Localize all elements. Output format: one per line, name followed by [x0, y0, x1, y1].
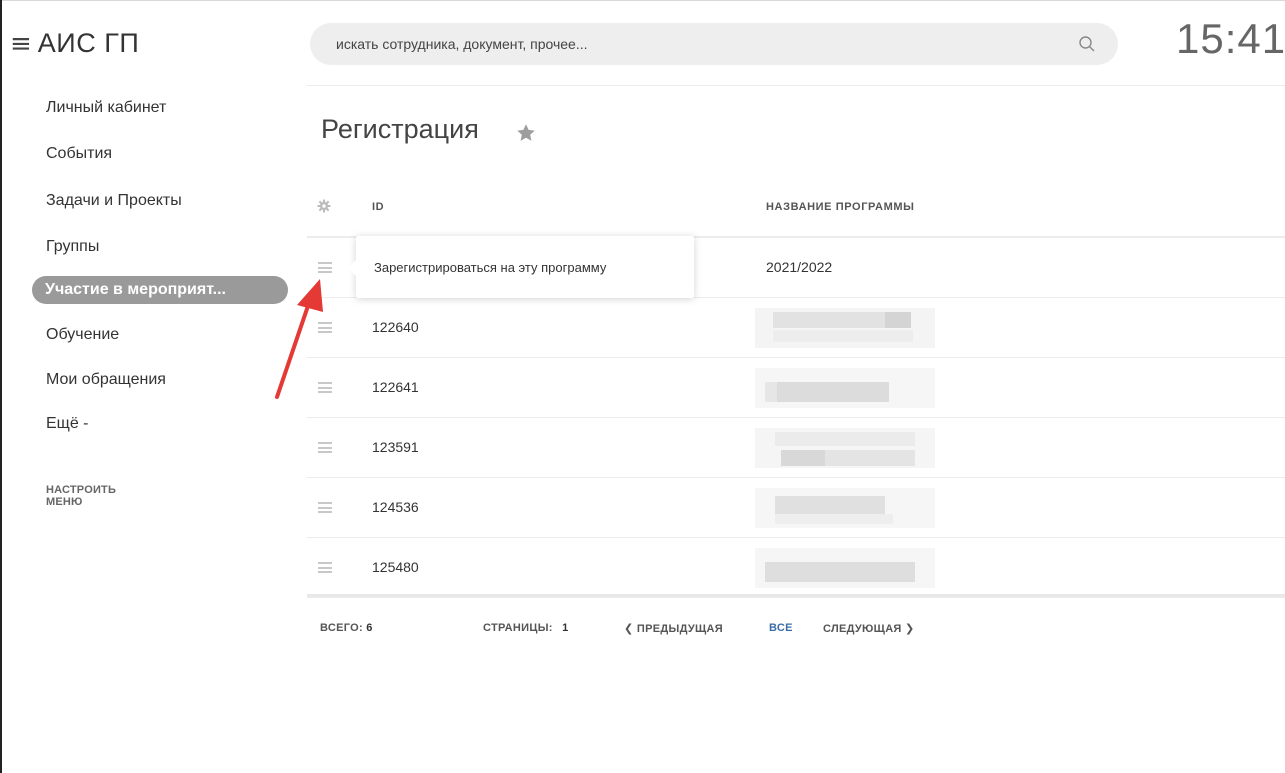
sidebar-item-personal-account[interactable]: Личный кабинет	[46, 99, 166, 117]
row-program-name: 2021/2022	[766, 259, 833, 275]
window-left-border	[0, 0, 2, 773]
column-header-program-name[interactable]: НАЗВАНИЕ ПРОГРАММЫ	[766, 201, 914, 213]
sidebar-item-more[interactable]: Ещё -	[46, 415, 89, 433]
row-id: 125480	[372, 559, 419, 575]
sidebar-item-events[interactable]: События	[46, 145, 112, 163]
table-row[interactable]: 122641	[307, 358, 1285, 418]
total-value: 6	[366, 622, 373, 634]
window-top-border	[0, 0, 1285, 1]
sidebar-item-training[interactable]: Обучение	[46, 326, 119, 344]
table-row[interactable]: 123591	[307, 418, 1285, 478]
row-id: 123591	[372, 439, 419, 455]
all-pages-button[interactable]: ВСЕ	[769, 622, 793, 634]
sidebar-item-tasks-projects[interactable]: Задачи и Проекты	[46, 192, 182, 210]
table-row[interactable]: 124536	[307, 478, 1285, 538]
prev-page-label: ПРЕДЫДУЩАЯ	[636, 623, 723, 635]
total-count: ВСЕГО: 6	[320, 622, 373, 634]
pages-label: СТРАНИЦЫ:	[483, 622, 553, 634]
next-page-button[interactable]: СЛЕДУЮЩАЯ ❯	[823, 622, 915, 635]
app-logo[interactable]: ≡ АИС ГП	[10, 28, 139, 59]
next-page-label: СЛЕДУЮЩАЯ	[823, 623, 902, 635]
table-bottom-border	[307, 594, 1285, 597]
row-action-popup[interactable]: Зарегистрироваться на эту программу	[348, 236, 694, 298]
row-menu-icon[interactable]	[318, 322, 332, 333]
table-row[interactable]: 122640	[307, 298, 1285, 358]
sidebar-item-groups[interactable]: Группы	[46, 238, 99, 256]
table-row[interactable]: 125480	[307, 538, 1285, 598]
chevron-right-icon: ❯	[905, 622, 915, 635]
header-divider	[307, 85, 1285, 86]
hamburger-menu-icon[interactable]: ≡	[10, 31, 32, 57]
app-title: АИС ГП	[37, 28, 140, 58]
search-placeholder: искать сотрудника, документ, прочее...	[336, 36, 588, 52]
search-input[interactable]: искать сотрудника, документ, прочее...	[310, 23, 1118, 65]
star-favorite-icon[interactable]	[515, 122, 537, 144]
column-header-id[interactable]: ID	[372, 201, 384, 213]
sidebar-item-my-requests[interactable]: Мои обращения	[46, 371, 166, 389]
row-menu-icon[interactable]	[318, 562, 332, 573]
table-settings-gear-icon[interactable]	[317, 199, 331, 213]
prev-page-button[interactable]: ❮ ПРЕДЫДУЩАЯ	[624, 622, 723, 635]
total-label: ВСЕГО:	[320, 622, 363, 634]
row-id: 122641	[372, 379, 419, 395]
configure-menu-link[interactable]: НАСТРОИТЬ МЕНЮ	[46, 484, 116, 508]
row-menu-icon[interactable]	[318, 262, 332, 273]
register-program-action[interactable]: Зарегистрироваться на эту программу	[374, 260, 606, 275]
page-title: Регистрация	[321, 114, 479, 144]
pages-value: 1	[562, 622, 569, 634]
clock: 15:41	[1176, 15, 1285, 62]
search-icon[interactable]	[1078, 35, 1096, 53]
chevron-left-icon: ❮	[624, 622, 634, 635]
pages-indicator: СТРАНИЦЫ: 1	[483, 622, 569, 634]
row-id: 122640	[372, 319, 419, 335]
row-menu-icon[interactable]	[318, 382, 332, 393]
row-menu-icon[interactable]	[318, 442, 332, 453]
row-menu-icon[interactable]	[318, 502, 332, 513]
sidebar-item-event-participation[interactable]: Участие в мероприят...	[32, 276, 288, 304]
row-id: 124536	[372, 499, 419, 515]
